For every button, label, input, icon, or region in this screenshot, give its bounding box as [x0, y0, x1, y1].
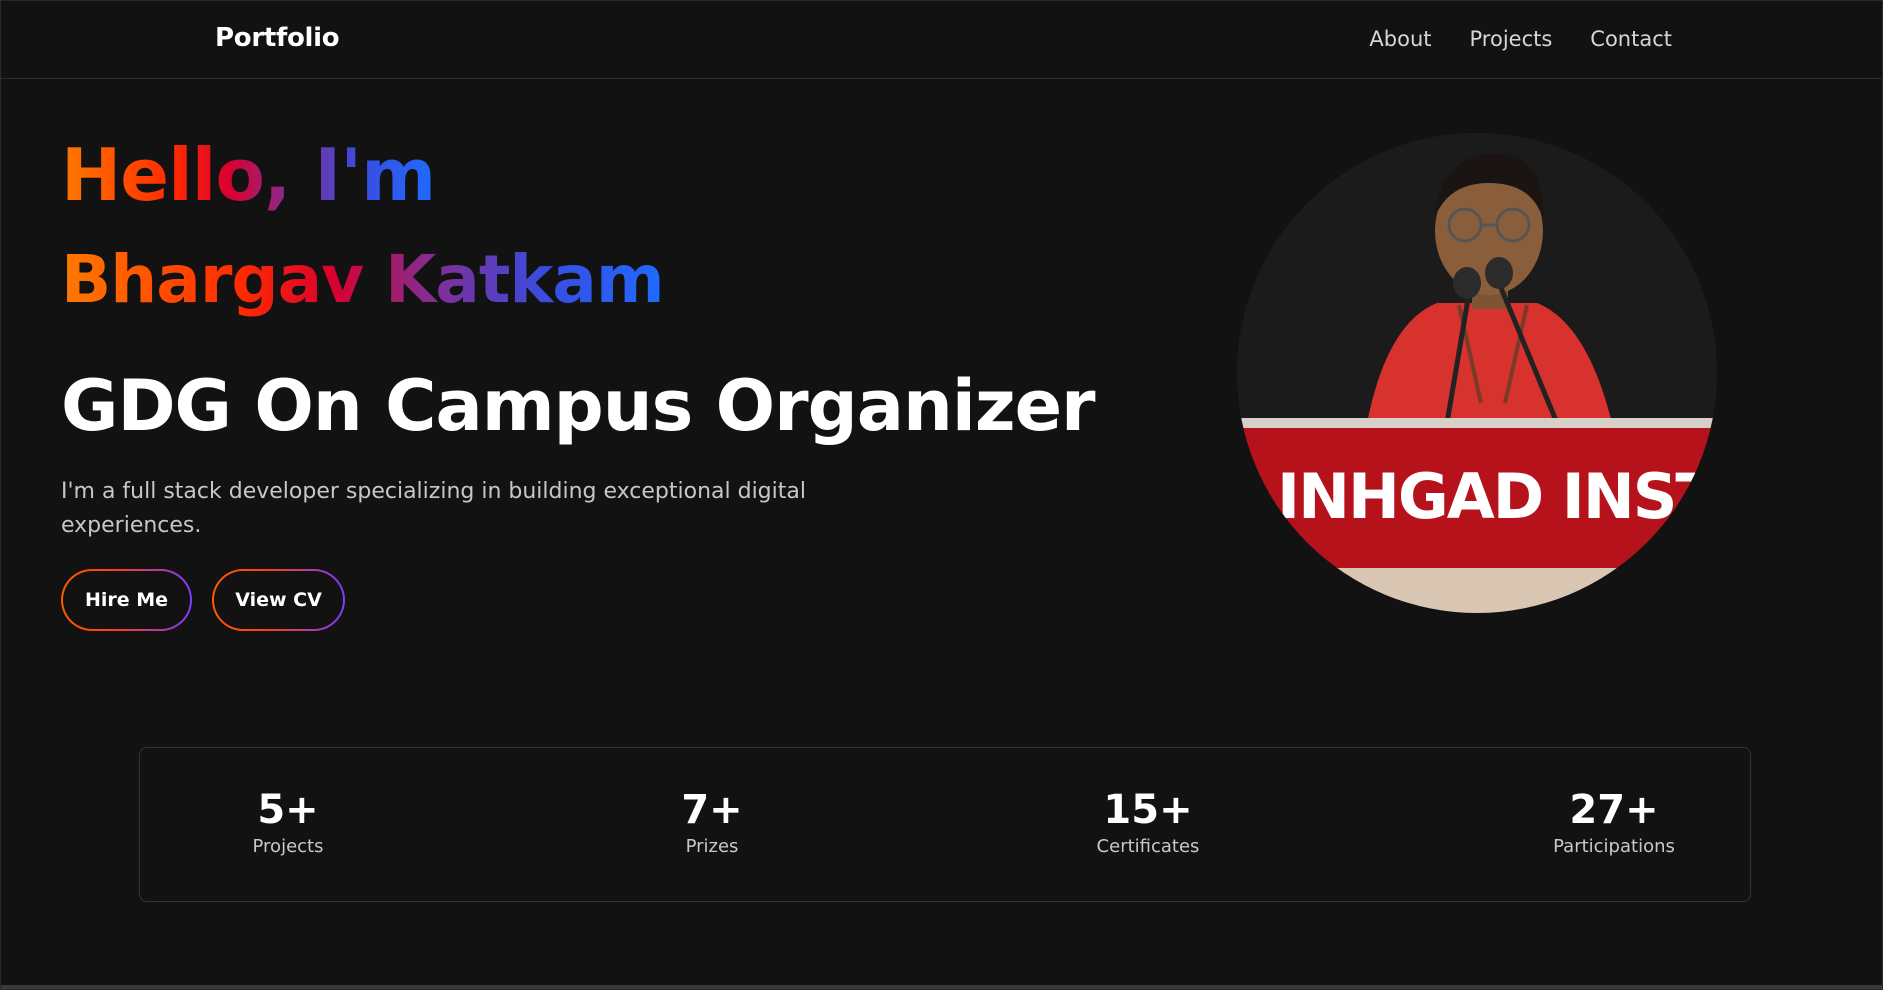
hire-me-label: Hire Me [63, 571, 190, 629]
stat-prizes: 7+ Prizes [592, 788, 832, 857]
stat-prizes-label: Prizes [685, 836, 739, 857]
hero-tagline: I'm a full stack developer specializing … [61, 479, 806, 538]
page: Portfolio About Projects Contact Hello, … [0, 0, 1883, 990]
stats-panel: 5+ Projects 7+ Prizes 15+ Certificates 2… [139, 747, 1751, 902]
profile-photo-illustration: INHGAD INSTITU [1237, 133, 1717, 613]
bottom-divider [1, 985, 1882, 989]
stat-certificates-value: 15+ [1103, 787, 1193, 833]
view-cv-button[interactable]: View CV [212, 569, 345, 631]
banner-text: INHGAD INSTITU [1277, 460, 1717, 533]
stat-prizes-value: 7+ [681, 787, 743, 833]
hero-name: Bhargav Katkam [61, 241, 665, 318]
nav-link-about[interactable]: About [1369, 27, 1431, 51]
nav-links: About Projects Contact [1369, 27, 1672, 51]
hero-greeting: Hello, I'm [61, 133, 436, 217]
nav-link-contact[interactable]: Contact [1590, 27, 1672, 51]
stat-participations: 27+ Participations [1494, 788, 1734, 857]
stat-participations-value: 27+ [1569, 787, 1659, 833]
profile-photo: INHGAD INSTITU [1237, 133, 1717, 613]
stat-projects-value: 5+ [257, 787, 319, 833]
view-cv-label: View CV [214, 571, 343, 629]
stat-certificates-label: Certificates [1096, 836, 1200, 857]
navbar: Portfolio About Projects Contact [1, 1, 1882, 79]
hero-buttons: Hire Me View CV [61, 569, 345, 631]
stat-projects-label: Projects [252, 836, 324, 857]
stat-projects: 5+ Projects [168, 788, 408, 857]
hero-role: GDG On Campus Organizer [61, 365, 1096, 447]
nav-link-projects[interactable]: Projects [1470, 27, 1553, 51]
stat-participations-label: Participations [1553, 836, 1675, 857]
brand-logo[interactable]: Portfolio [215, 23, 340, 53]
hire-me-button[interactable]: Hire Me [61, 569, 192, 631]
stat-certificates: 15+ Certificates [1028, 788, 1268, 857]
